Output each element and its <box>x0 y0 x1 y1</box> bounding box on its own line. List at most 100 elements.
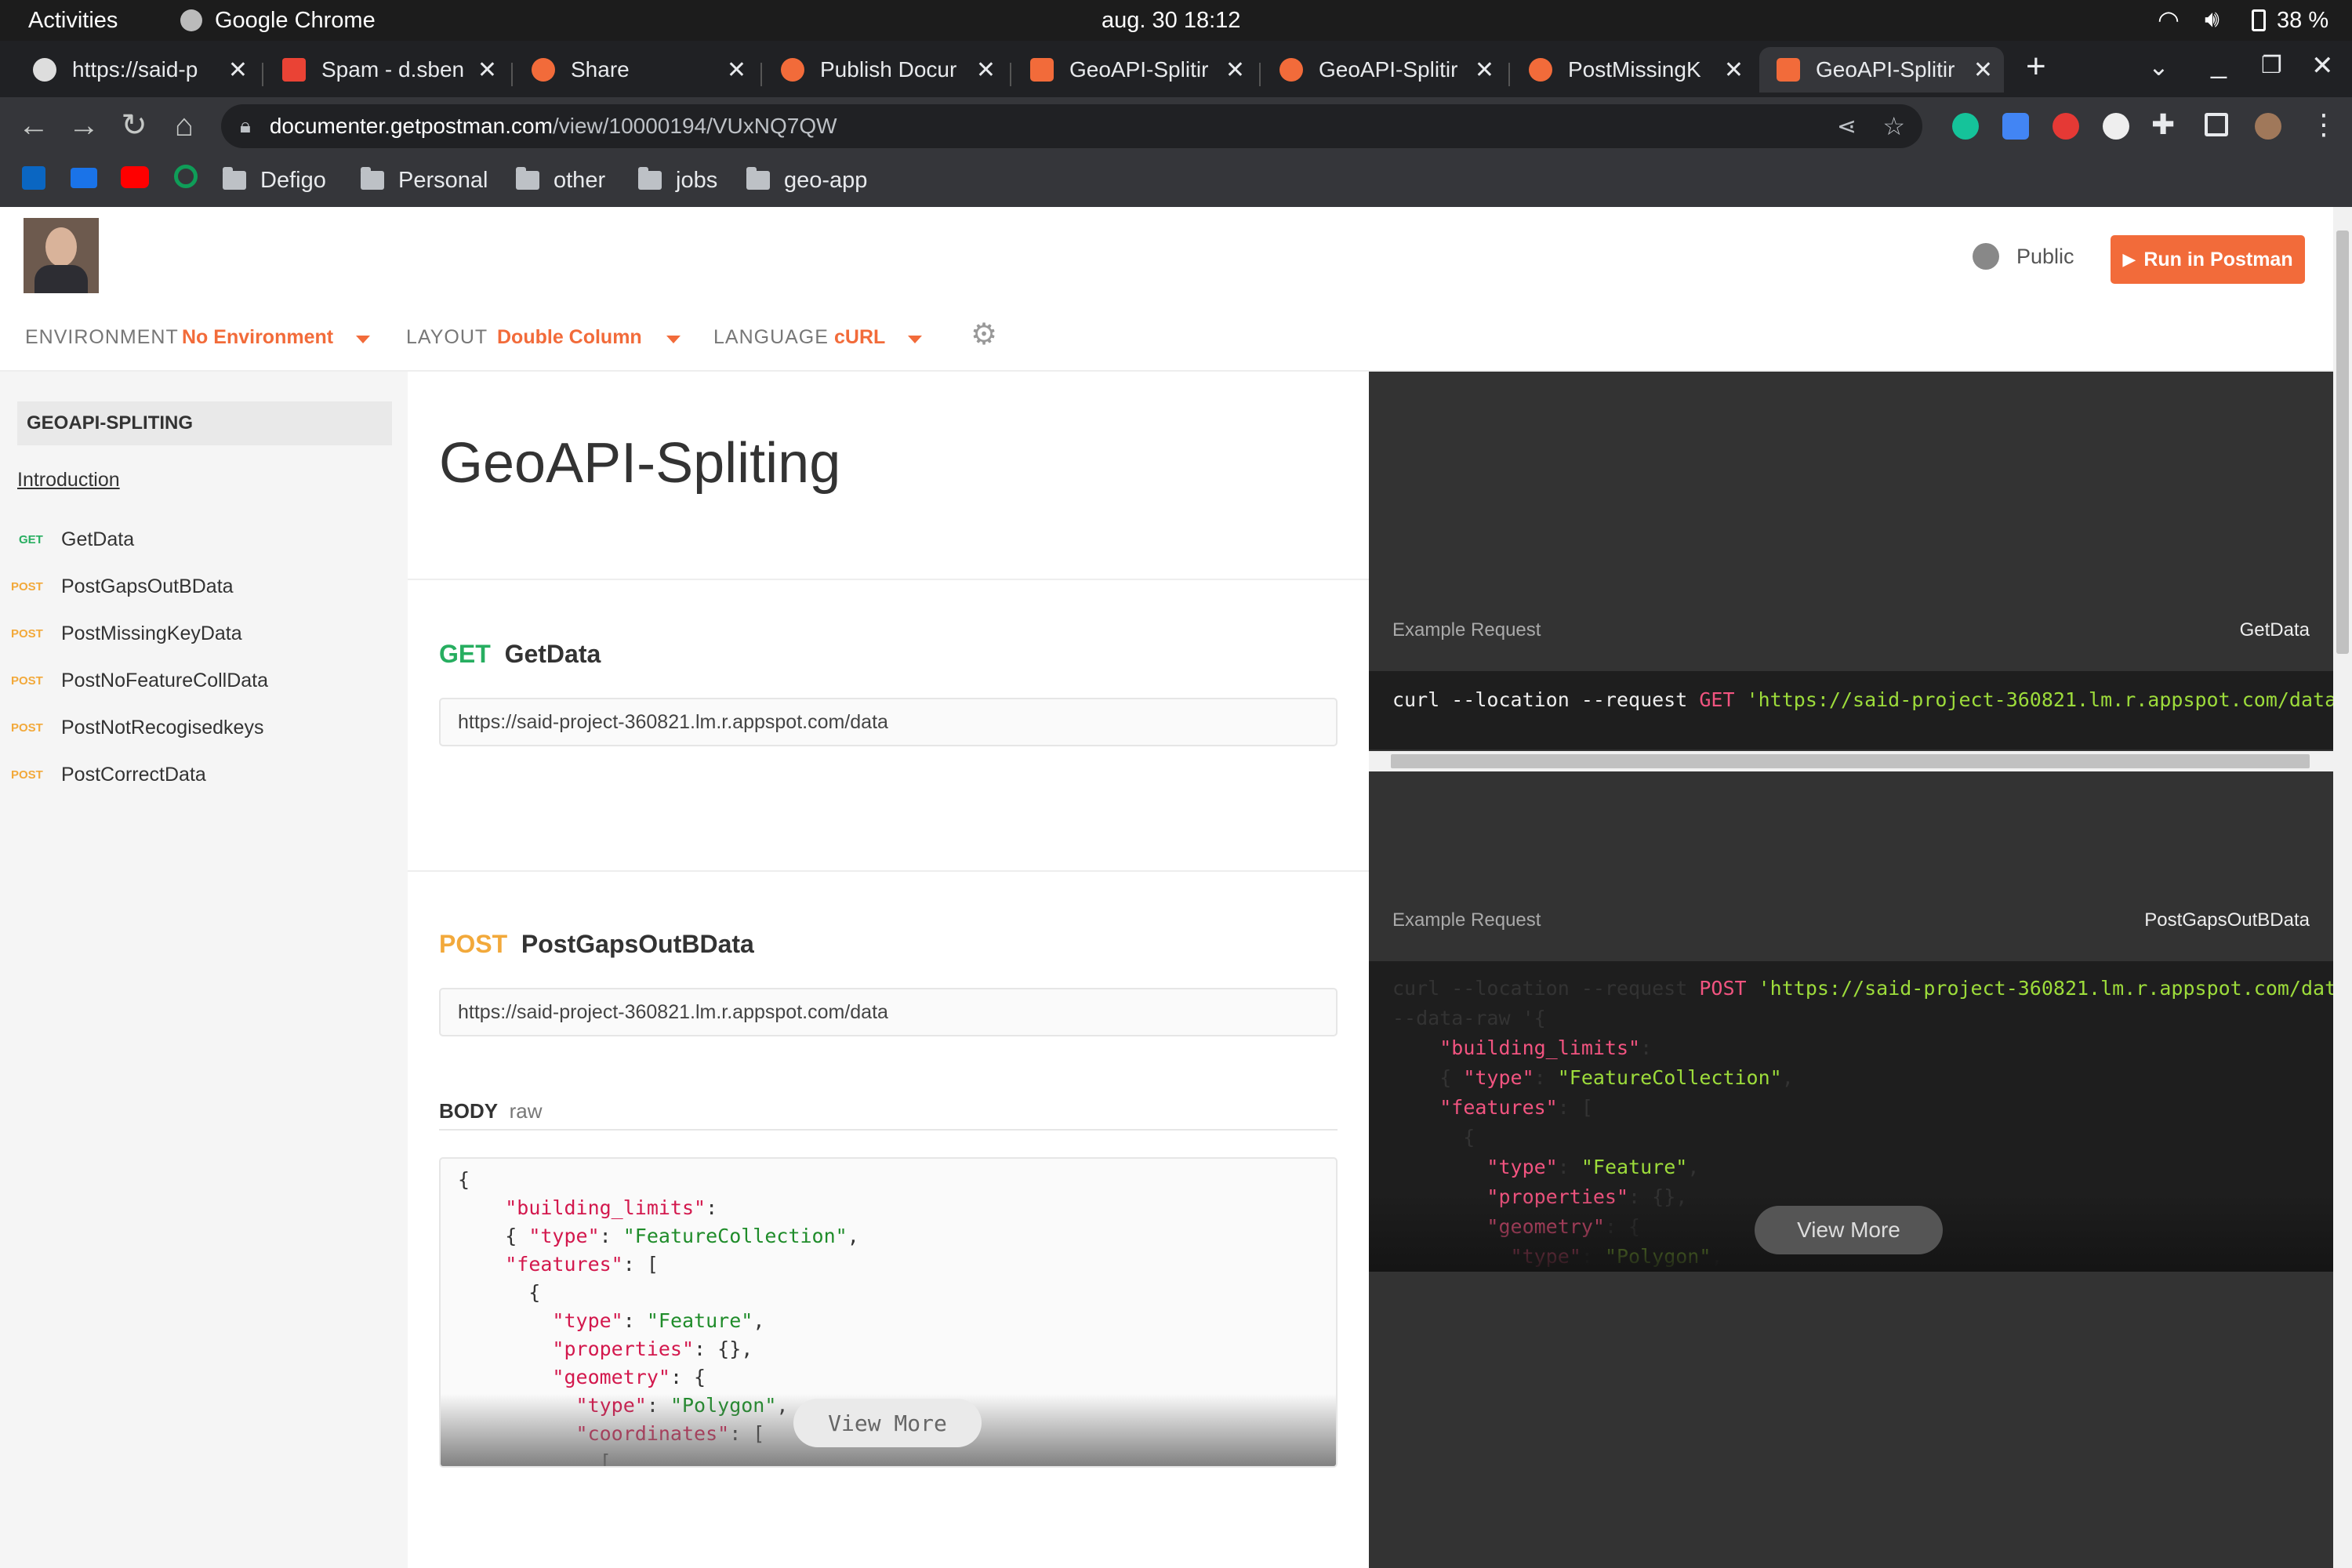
view-more-button[interactable]: View More <box>1755 1206 1943 1254</box>
tab-strip: https://said-p ✕ Spam - d.sben ✕ Share ✕ Pu… <box>0 41 2352 97</box>
tab-search-chevron-icon[interactable]: ⌄ <box>2148 52 2169 82</box>
view-more-button[interactable]: View More <box>793 1399 982 1447</box>
lock-icon[interactable]: 🔒︎ <box>240 114 251 139</box>
language-select[interactable]: cURL <box>834 326 885 349</box>
collection-title[interactable]: GEOAPI-SPLITING <box>17 401 392 445</box>
url-path: /view/10000194/VUxNQ7QW <box>552 114 837 138</box>
close-icon[interactable]: ✕ <box>1225 56 1245 84</box>
share-icon[interactable]: ⋖ <box>1837 113 1857 140</box>
restore-icon[interactable]: ❐ <box>2261 52 2282 79</box>
chevron-down-icon[interactable] <box>908 336 922 343</box>
extension-icon[interactable] <box>2103 113 2129 140</box>
horizontal-scrollbar[interactable] <box>1369 751 2333 771</box>
volume-icon[interactable]: 🔊︎ <box>2205 6 2220 33</box>
vertical-scrollbar[interactable] <box>2333 207 2352 1568</box>
bookmark-folder-defigo[interactable]: Defigo <box>223 163 326 198</box>
sidebar-item-label: PostGapsOutBData <box>61 575 234 597</box>
bookmark-folder-other[interactable]: other <box>516 163 605 198</box>
translate-extension-icon[interactable] <box>2002 113 2029 140</box>
tab-4[interactable]: Publish Docur ✕ <box>764 47 1007 93</box>
tab-5[interactable]: GeoAPI-Splitir ✕ <box>1013 47 1256 93</box>
sidebar-item-label: PostCorrectData <box>61 763 206 786</box>
bookmark-folder-personal[interactable]: Personal <box>361 163 488 198</box>
layout-label: LAYOUT <box>406 326 488 348</box>
youtube-icon[interactable] <box>121 166 149 188</box>
side-panel-icon[interactable] <box>2205 113 2228 136</box>
new-tab-icon[interactable]: + <box>2026 47 2046 86</box>
layout-select[interactable]: Double Column <box>497 326 642 349</box>
battery-icon[interactable] <box>2252 9 2266 31</box>
sidebar-item-postnotrecogisedkeys[interactable]: POST PostNotRecogisedkeys <box>0 712 263 743</box>
divider <box>439 1129 1338 1131</box>
sidebar-item-postnofeaturecolldata[interactable]: POST PostNoFeatureCollData <box>0 665 268 696</box>
bookmark-folder-geo-app[interactable]: geo-app <box>746 163 867 198</box>
body-mode: raw <box>509 1099 543 1123</box>
sidebar-item-introduction[interactable]: Introduction <box>17 469 120 492</box>
bookmark-label: Defigo <box>260 167 326 193</box>
wifi-icon[interactable]: ◠ <box>2158 5 2180 34</box>
adblock-extension-icon[interactable] <box>2053 113 2079 140</box>
close-icon[interactable]: ✕ <box>1973 56 1993 84</box>
close-window-icon[interactable]: ✕ <box>2311 50 2334 82</box>
run-button-label: Run in Postman <box>2143 248 2293 270</box>
app-menu[interactable]: Google Chrome <box>215 8 376 34</box>
close-icon[interactable]: ✕ <box>1724 56 1744 84</box>
tab-7[interactable]: PostMissingK ✕ <box>1512 47 1755 93</box>
bookmark-icon[interactable] <box>174 165 198 188</box>
tab-3[interactable]: Share ✕ <box>514 47 757 93</box>
environment-select[interactable]: No Environment <box>182 326 333 349</box>
close-icon[interactable]: ✕ <box>477 56 497 84</box>
profile-avatar[interactable] <box>2255 113 2281 140</box>
sidebar-item-label: PostMissingKeyData <box>61 622 242 644</box>
close-icon[interactable]: ✕ <box>228 56 248 84</box>
method-badge: POST <box>11 626 43 641</box>
curl-method: POST <box>1699 977 1747 1000</box>
language-label: LANGUAGE <box>713 326 829 348</box>
close-icon[interactable]: ✕ <box>976 56 996 84</box>
curl-url: 'https://said-project-360821.lm.r.appspo… <box>1746 688 2349 711</box>
close-icon[interactable]: ✕ <box>1475 56 1494 84</box>
menu-kebab-icon[interactable]: ⋮ <box>2310 108 2338 141</box>
clock[interactable]: aug. 30 18:12 <box>1102 8 1240 34</box>
sidebar-item-postcorrectdata[interactable]: POST PostCorrectData <box>0 759 206 790</box>
activities-button[interactable]: Activities <box>28 8 118 34</box>
minimize-icon[interactable]: _ <box>2211 47 2227 80</box>
request-heading-getdata: GET GetData <box>439 640 601 669</box>
postman-icon <box>532 58 555 82</box>
settings-gear-icon[interactable]: ⚙ <box>971 317 997 352</box>
request-url-getdata[interactable]: https://said-project-360821.lm.r.appspot… <box>439 698 1338 746</box>
example-code-getdata[interactable]: curl --location --request GET 'https://s… <box>1369 671 2348 750</box>
home-icon[interactable]: ⌂ <box>165 103 204 147</box>
request-name: PostGapsOutBData <box>521 930 754 958</box>
request-url-postgapsoutbdata[interactable]: https://said-project-360821.lm.r.appspot… <box>439 988 1338 1036</box>
chevron-down-icon[interactable] <box>666 336 681 343</box>
bookmark-icon[interactable] <box>71 168 97 188</box>
postman-icon <box>1529 58 1552 82</box>
tab-6[interactable]: GeoAPI-Splitir ✕ <box>1262 47 1505 93</box>
sidebar-item-getdata[interactable]: GET GetData <box>0 524 134 555</box>
tab-2[interactable]: Spam - d.sben ✕ <box>265 47 508 93</box>
sidebar-item-postmissingkeydata[interactable]: POST PostMissingKeyData <box>0 618 242 649</box>
reload-icon[interactable]: ↻ <box>114 103 154 147</box>
run-in-postman-button[interactable]: ▶ Run in Postman <box>2111 235 2305 284</box>
bookmark-folder-jobs[interactable]: jobs <box>638 163 717 198</box>
sidebar-item-postgapsoutbdata[interactable]: POST PostGapsOutBData <box>0 571 234 602</box>
tab-1[interactable]: https://said-p ✕ <box>16 47 259 93</box>
bookmark-star-icon[interactable]: ☆ <box>1882 111 1905 141</box>
folder-icon <box>638 167 662 190</box>
sidebar-item-label: PostNotRecogisedkeys <box>61 716 264 739</box>
tab-active[interactable]: GeoAPI-Splitir ✕ <box>1759 47 2004 93</box>
method-badge: POST <box>11 720 43 735</box>
request-body-code[interactable]: { "building_limits": { "type": "FeatureC… <box>439 1157 1338 1468</box>
linkedin-icon[interactable] <box>22 166 45 190</box>
forward-icon[interactable]: → <box>64 103 103 147</box>
method-badge: POST <box>11 673 43 688</box>
sidebar: GEOAPI-SPLITING Introduction GET GetData … <box>0 372 408 1568</box>
puzzle-extensions-icon[interactable]: ✚ <box>2151 108 2175 141</box>
grammarly-extension-icon[interactable] <box>1952 113 1979 140</box>
close-icon[interactable]: ✕ <box>727 56 746 84</box>
address-bar[interactable]: 🔒︎ documenter.getpostman.com/view/100001… <box>221 104 1922 148</box>
system-top-bar: Activities Google Chrome aug. 30 18:12 ◠… <box>0 0 2352 41</box>
back-icon[interactable]: ← <box>14 103 53 147</box>
chevron-down-icon[interactable] <box>356 336 370 343</box>
